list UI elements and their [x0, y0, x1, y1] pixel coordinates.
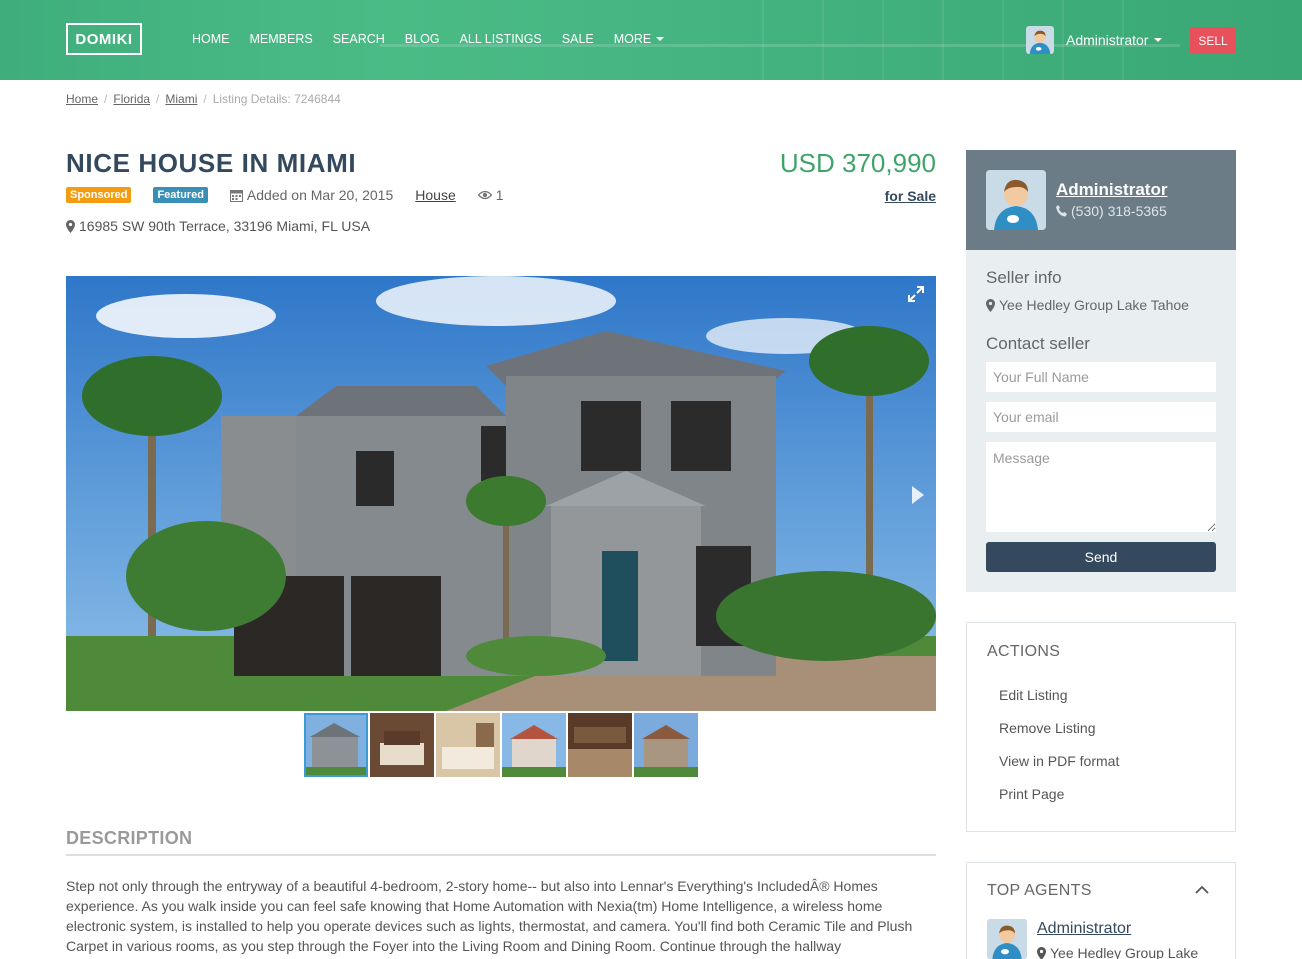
main-nav: HOME MEMBERS SEARCH BLOG ALL LISTINGS SA… [192, 32, 684, 46]
email-field[interactable] [986, 402, 1216, 432]
chevron-down-icon [656, 37, 665, 41]
seller-card-body: Seller info Yee Hedley Group Lake Tahoe … [966, 250, 1236, 592]
thumbnail[interactable] [634, 713, 698, 777]
avatar [1026, 26, 1054, 54]
view-pdf-link[interactable]: View in PDF format [999, 753, 1119, 769]
send-button[interactable]: Send [986, 542, 1216, 572]
print-page-link[interactable]: Print Page [999, 786, 1064, 802]
contact-seller-heading: Contact seller [986, 334, 1090, 353]
nav-more-label: MORE [613, 32, 652, 46]
breadcrumb-separator: / [203, 92, 207, 106]
seller-name-link[interactable]: Administrator [1056, 180, 1167, 200]
nav-sale[interactable]: SALE [562, 32, 594, 46]
breadcrumb-separator: / [156, 92, 160, 106]
actions-panel: ACTIONS Edit Listing Remove Listing View… [966, 622, 1236, 832]
fullscreen-icon[interactable] [908, 286, 924, 302]
avatar [986, 170, 1046, 230]
address-text: 16985 SW 90th Terrace, 33196 Miami, FL U… [79, 218, 371, 234]
phone-icon [1056, 205, 1067, 217]
user-name: Administrator [1066, 32, 1163, 48]
thumbnail[interactable] [436, 713, 500, 777]
category-link[interactable]: House [415, 187, 455, 203]
nav-blog[interactable]: BLOG [405, 32, 440, 46]
next-arrow-icon[interactable] [910, 484, 926, 506]
sponsored-badge: Sponsored [66, 187, 132, 203]
chevron-up-icon[interactable] [1195, 885, 1209, 894]
breadcrumb-current: Listing Details: 7246844 [212, 92, 341, 106]
actions-heading: ACTIONS [987, 643, 1061, 660]
site-logo[interactable]: DOMIKI [66, 23, 142, 55]
featured-badge: Featured [153, 187, 208, 203]
nav-members[interactable]: MEMBERS [250, 32, 313, 46]
view-count: 1 [477, 187, 504, 203]
listing-address: 16985 SW 90th Terrace, 33196 Miami, FL U… [66, 218, 370, 234]
seller-card-header: Administrator (530) 318-5365 [966, 150, 1236, 250]
map-marker-icon [1037, 946, 1046, 959]
view-count-value: 1 [495, 187, 504, 203]
eye-icon [477, 190, 492, 200]
agent-name-link[interactable]: Administrator [1037, 920, 1131, 938]
seller-organization: Yee Hedley Group Lake Tahoe [986, 297, 1189, 313]
photo-thumbnails [304, 713, 698, 777]
thumbnail[interactable] [304, 713, 368, 777]
listing-meta: Sponsored Featured Added on Mar 20, 2015… [66, 187, 504, 203]
nav-all-listings[interactable]: ALL LISTINGS [460, 32, 542, 46]
added-date: Added on Mar 20, 2015 [229, 187, 394, 203]
seller-organization-text: Yee Hedley Group Lake Tahoe [999, 297, 1189, 313]
seller-info-heading: Seller info [986, 268, 1062, 287]
remove-listing-link[interactable]: Remove Listing [999, 720, 1096, 736]
nav-home[interactable]: HOME [192, 32, 230, 46]
nav-search[interactable]: SEARCH [333, 32, 385, 46]
listing-main-photo[interactable] [66, 276, 936, 711]
agent-organization: Yee Hedley Group Lake [1037, 945, 1198, 959]
breadcrumb-separator: / [104, 92, 108, 106]
breadcrumb-home[interactable]: Home [66, 92, 98, 106]
thumbnail[interactable] [568, 713, 632, 777]
user-name-label: Administrator [1066, 32, 1149, 48]
map-marker-icon [986, 298, 995, 312]
seller-phone: (530) 318-5365 [1056, 203, 1167, 219]
message-field[interactable] [986, 442, 1216, 532]
full-name-field[interactable] [986, 362, 1216, 392]
breadcrumb-miami[interactable]: Miami [165, 92, 197, 106]
user-menu[interactable]: Administrator [1026, 26, 1163, 54]
edit-listing-link[interactable]: Edit Listing [999, 687, 1067, 703]
description-text: Step not only through the entryway of a … [66, 878, 913, 954]
agent-organization-text: Yee Hedley Group Lake [1050, 945, 1199, 959]
description-heading: DESCRIPTION [66, 828, 936, 856]
seller-phone-number: (530) 318-5365 [1071, 203, 1167, 219]
map-marker-icon [66, 219, 75, 233]
page-title: NICE HOUSE IN MIAMI [66, 148, 357, 178]
thumbnail[interactable] [370, 713, 434, 777]
sell-button[interactable]: SELL [1190, 27, 1236, 54]
house-photo [66, 276, 936, 711]
top-agents-heading: TOP AGENTS [987, 882, 1092, 899]
thumbnail[interactable] [502, 713, 566, 777]
chevron-down-icon [1154, 38, 1163, 42]
breadcrumb: Home / Florida / Miami / Listing Details… [66, 92, 341, 106]
breadcrumb-florida[interactable]: Florida [113, 92, 150, 106]
calendar-icon [229, 189, 243, 202]
listing-price: USD 370,990 [779, 148, 936, 178]
nav-more[interactable]: MORE [614, 32, 665, 46]
avatar [987, 919, 1027, 959]
added-date-text: Added on Mar 20, 2015 [246, 187, 394, 203]
listing-status-link[interactable]: for Sale [885, 188, 936, 204]
top-header: DOMIKI HOME MEMBERS SEARCH BLOG ALL LIST… [0, 0, 1302, 80]
top-agents-panel: TOP AGENTS Administrator Yee Hedley Grou… [966, 862, 1236, 959]
